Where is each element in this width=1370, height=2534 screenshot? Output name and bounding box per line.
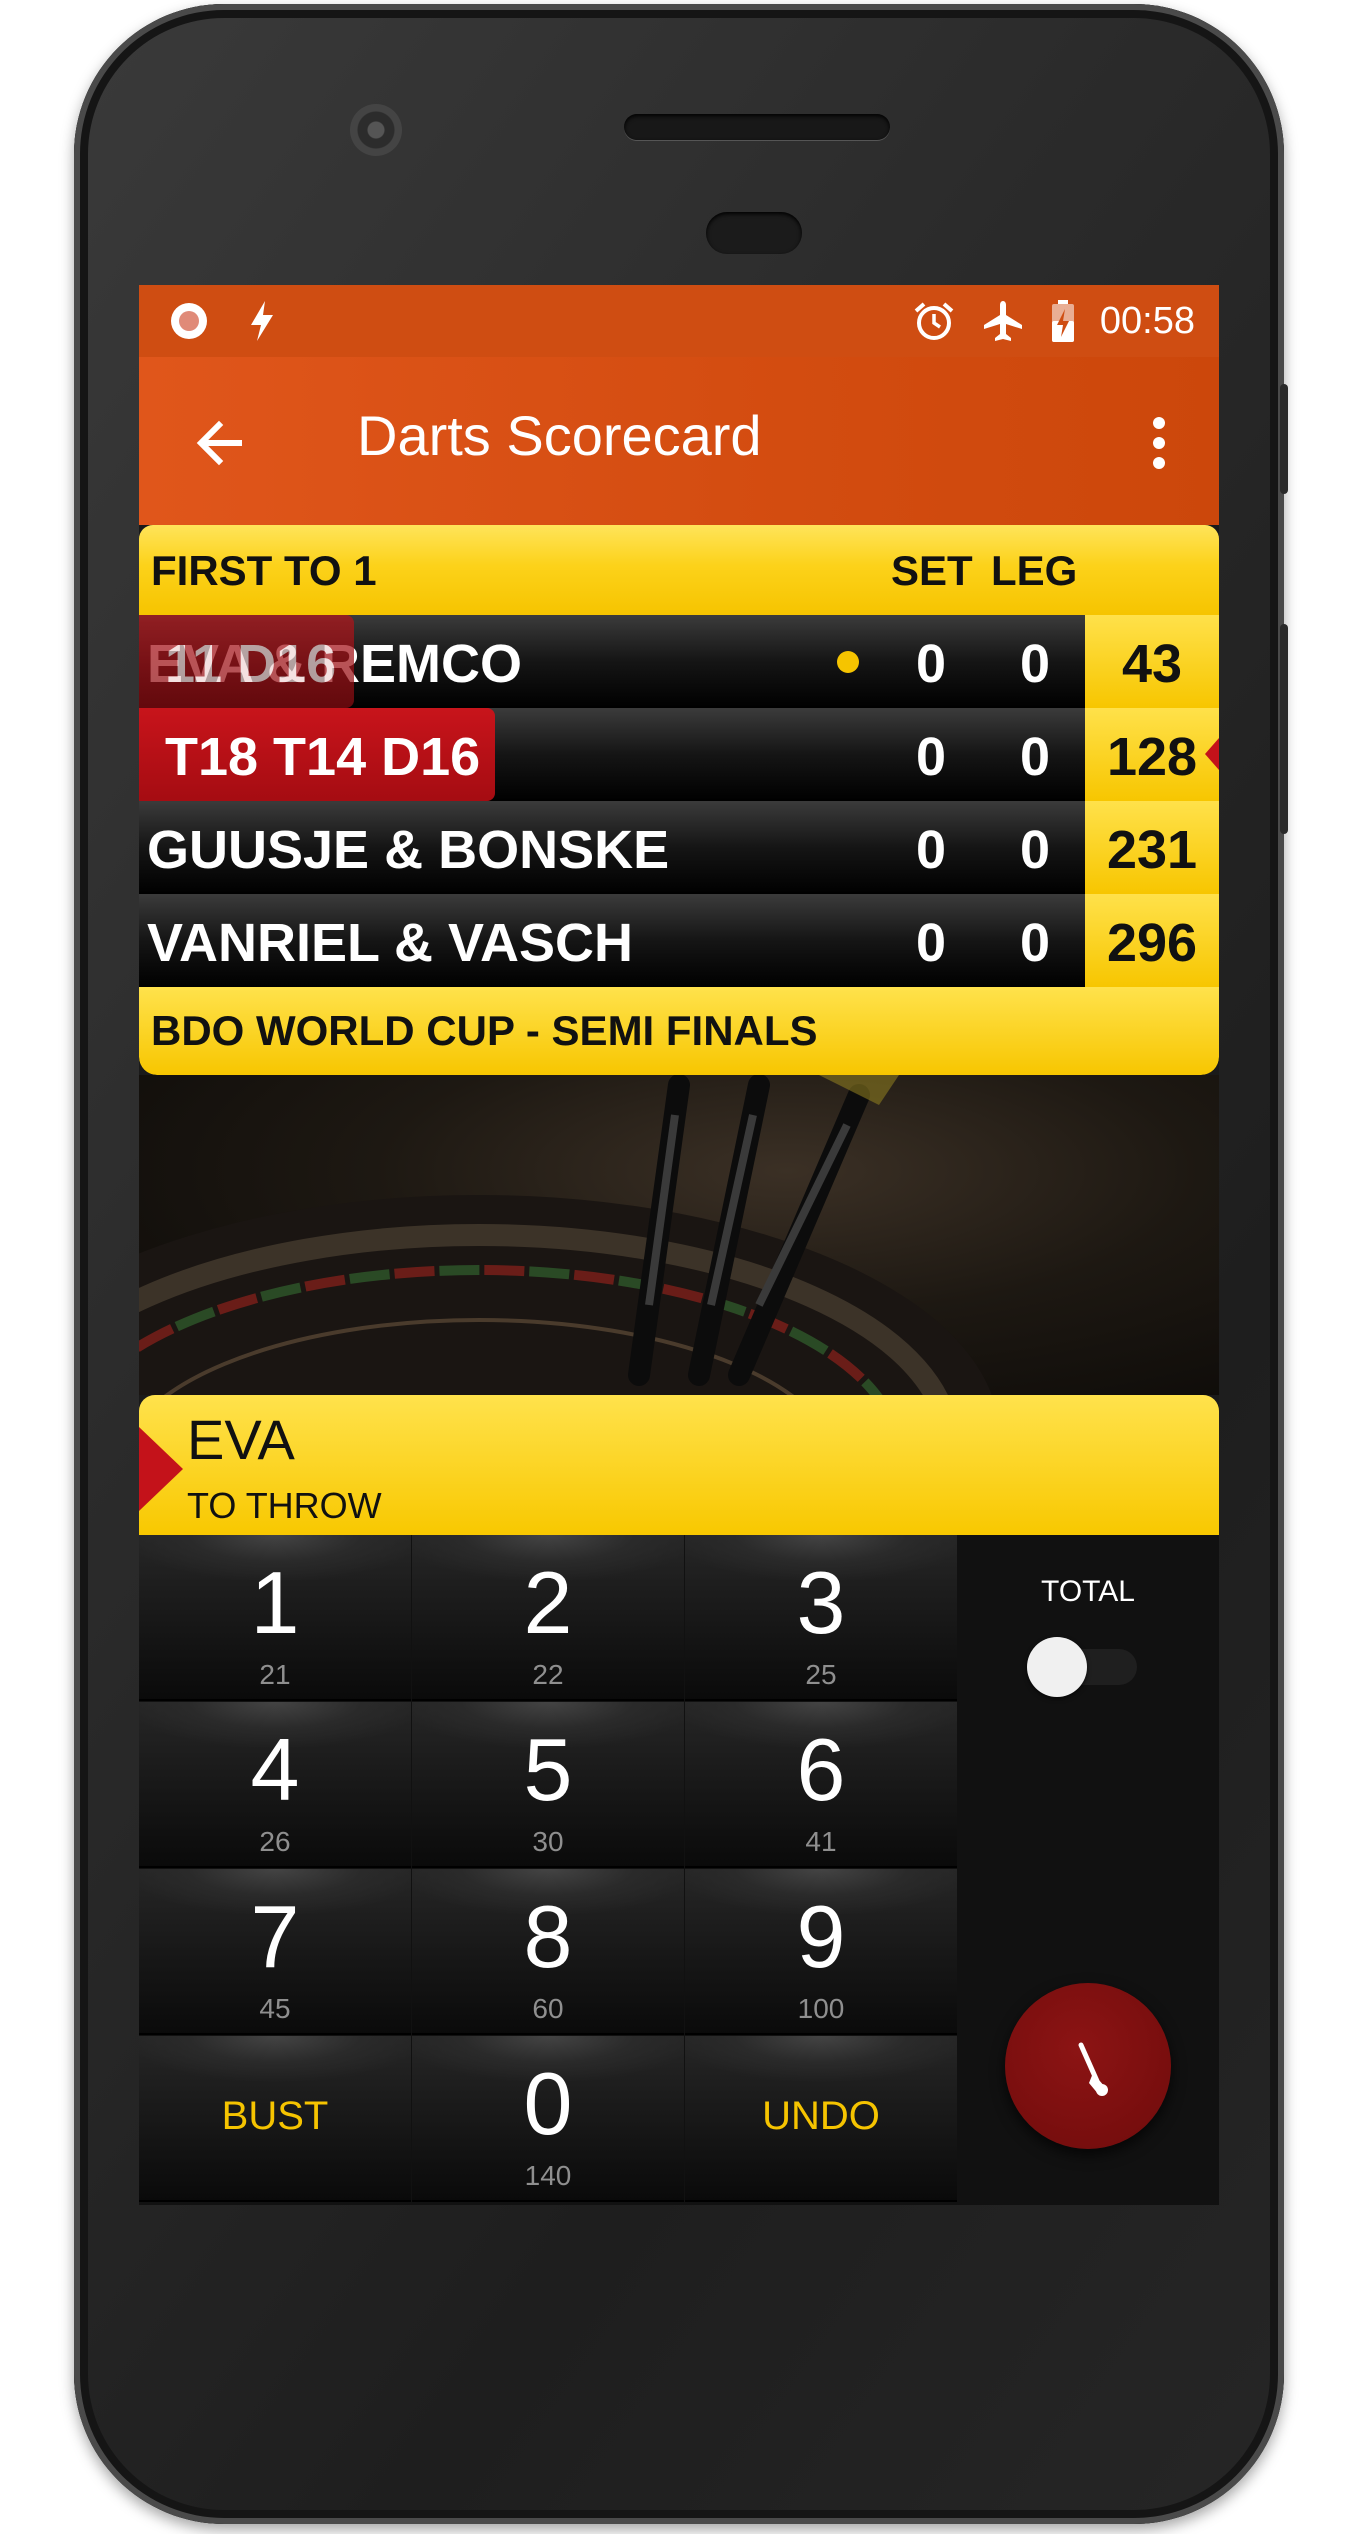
set-column-label: SET [891,547,973,594]
throw-dart-button[interactable] [1005,1983,1171,2149]
starter-dot-icon [837,651,859,673]
score-keypad: 1 21 2 22 3 25 4 26 5 30 6 41 7 45 8 60 … [139,1535,957,2205]
player-name: VANRIEL & VASCH [147,913,634,973]
player-legs: 0 [1019,727,1051,787]
key-number: 6 [796,1720,846,1819]
key-4[interactable]: 4 26 [139,1702,411,1868]
player-sets: 0 [915,634,947,694]
key-number: 1 [250,1553,300,1652]
key-number: 3 [796,1553,846,1652]
total-toggle-switch[interactable] [1027,1637,1087,1697]
key-1[interactable]: 1 21 [139,1535,411,1701]
checkout-hint: T18 T14 D16 [139,708,495,801]
more-vert-icon[interactable] [1139,407,1179,479]
current-player-name: EVA [187,1408,295,1471]
dartboard-illustration [139,1075,992,1395]
arrow-back-icon[interactable] [185,407,257,479]
key-number: 2 [523,1553,573,1652]
player-row[interactable]: GUUSJE & BONSKE 0 0 231 [139,801,1219,894]
key-number: 7 [250,1887,300,1986]
key-8[interactable]: 8 60 [412,1869,684,2035]
event-name-bar: BDO WORLD CUP - SEMI FINALS [139,987,1219,1075]
key-quick-score: 25 [805,1659,837,1690]
bust-button[interactable]: BUST [139,2036,411,2202]
key-number: 8 [523,1887,573,1986]
app-title: Darts Scorecard [357,404,762,467]
player-row[interactable]: VANRIEL & VASCH 0 0 296 [139,894,1219,987]
clock-time: 00:58 [1099,299,1195,342]
battery-charging-icon [1051,300,1074,342]
key-quick-score: 22 [532,1659,564,1690]
match-format: FIRST TO 1 [151,547,377,594]
player-row[interactable]: EVA & REMCO 11 D16 0 0 43 [139,615,1219,708]
event-name: BDO WORLD CUP - SEMI FINALS [151,1007,818,1054]
earpiece-speaker [624,114,890,140]
scoreboard-header: FIRST TO 1 SET LEG [139,525,1219,615]
key-number: 5 [523,1720,573,1819]
key-number: 0 [523,2054,573,2153]
alarm-icon [914,302,954,340]
player-sets: 0 [915,820,947,880]
volume-button [1280,624,1288,834]
key-quick-score: 30 [532,1826,564,1857]
key-2[interactable]: 2 22 [412,1535,684,1701]
bust-label: BUST [221,2094,329,2138]
player-score: 43 [1121,634,1183,694]
power-button [1280,384,1288,494]
key-7[interactable]: 7 45 [139,1869,411,2035]
total-label: TOTAL [1041,1575,1135,1608]
key-quick-score: 60 [532,1993,564,2024]
key-6[interactable]: 6 41 [685,1702,957,1868]
player-legs: 0 [1019,913,1051,973]
current-thrower-bar: EVA TO THROW [139,1395,1219,1535]
key-quick-score: 26 [259,1826,291,1857]
key-quick-score: 41 [805,1826,837,1857]
player-row[interactable]: T18 T14 D16 0 0 128 [139,708,1219,801]
leg-column-label: LEG [991,547,1078,594]
app-bar: Darts Scorecard [139,357,1219,525]
player-sets: 0 [915,727,947,787]
player-legs: 0 [1019,634,1051,694]
checkout-hint: 11 D16 [139,615,354,708]
key-quick-score: 45 [259,1993,291,2024]
record-icon [171,303,207,339]
status-bar: 00:58 [139,285,1219,357]
dart-icon [1078,2042,1108,2096]
key-number: 9 [796,1887,846,1986]
undo-button[interactable]: UNDO [685,2036,957,2202]
player-legs: 0 [1019,820,1051,880]
proximity-sensor [706,212,802,254]
undo-label: UNDO [762,2094,880,2138]
player-score: 128 [1106,727,1198,787]
app-screen: 00:58 Darts Scorecard FIRST TO 1 SET LEG… [139,285,1219,2205]
scoreboard: FIRST TO 1 SET LEG EVA & REMCO 11 D16 0 … [139,525,1219,1075]
dartboard-background-image [139,1075,1219,1395]
total-panel: TOTAL [957,1535,1219,2205]
key-quick-score: 21 [259,1659,291,1690]
key-9[interactable]: 9 100 [685,1869,957,2035]
current-player-arrow-icon [139,1427,183,1511]
key-quick-score: 140 [524,2160,572,2191]
player-name: GUUSJE & BONSKE [147,820,670,880]
player-score: 296 [1106,913,1198,973]
flash-icon [251,301,273,341]
player-sets: 0 [915,913,947,973]
to-throw-label: TO THROW [187,1485,382,1526]
active-turn-arrow-icon [1205,738,1219,770]
key-number: 4 [250,1720,300,1819]
key-3[interactable]: 3 25 [685,1535,957,1701]
key-0[interactable]: 0 140 [412,2036,684,2202]
airplane-icon [983,301,1022,341]
key-5[interactable]: 5 30 [412,1702,684,1868]
front-camera [350,104,402,156]
player-score: 231 [1106,820,1198,880]
key-quick-score: 100 [797,1993,845,2024]
